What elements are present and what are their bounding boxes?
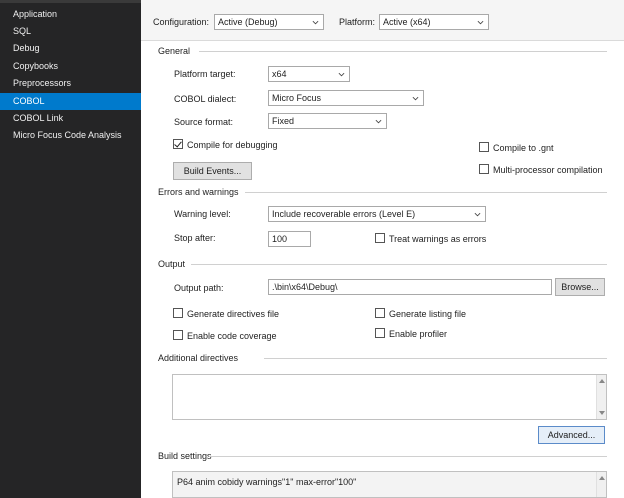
browse-button[interactable]: Browse... <box>555 278 605 296</box>
sidebar-item-application[interactable]: Application <box>0 6 141 23</box>
output-path-label: Output path: <box>174 283 224 293</box>
chevron-down-icon <box>375 119 382 124</box>
warning-level-value: Include recoverable errors (Level E) <box>272 209 416 219</box>
sidebar-item-sql[interactable]: SQL <box>0 23 141 40</box>
sidebar-top-edge <box>0 0 141 3</box>
platform-target-label: Platform target: <box>174 69 236 79</box>
platform-select[interactable]: Active (x64) <box>379 14 489 30</box>
profiler-label: Enable profiler <box>389 329 448 339</box>
config-bar: Configuration: Active (Debug) Platform: … <box>141 0 624 41</box>
section-divider <box>209 456 607 457</box>
section-additional-title: Additional directives <box>158 353 239 363</box>
build-events-button[interactable]: Build Events... <box>173 162 252 180</box>
scroll-up-icon[interactable] <box>599 379 605 383</box>
additional-directives-textarea[interactable] <box>172 374 607 420</box>
output-path-input[interactable]: .\bin\x64\Debug\ <box>268 279 552 295</box>
scroll-down-icon[interactable] <box>599 411 605 415</box>
gen-directives-label: Generate directives file <box>187 309 280 319</box>
code-coverage-checkbox[interactable] <box>173 330 183 340</box>
gen-directives-checkbox[interactable] <box>173 308 183 318</box>
configuration-label: Configuration: <box>153 17 210 27</box>
warning-level-select[interactable]: Include recoverable errors (Level E) <box>268 206 486 222</box>
section-output-title: Output <box>158 259 186 269</box>
advanced-button[interactable]: Advanced... <box>538 426 605 444</box>
configuration-select[interactable]: Active (Debug) <box>214 14 324 30</box>
property-panel: Configuration: Active (Debug) Platform: … <box>141 0 624 498</box>
cobol-dialect-value: Micro Focus <box>272 93 322 103</box>
chevron-down-icon <box>474 212 481 217</box>
sidebar-item-debug[interactable]: Debug <box>0 40 141 57</box>
vertical-scrollbar[interactable] <box>596 375 606 419</box>
treat-warnings-label: Treat warnings as errors <box>389 234 487 244</box>
configuration-value: Active (Debug) <box>218 17 278 27</box>
section-divider <box>191 264 607 265</box>
platform-target-select[interactable]: x64 <box>268 66 350 82</box>
scroll-up-icon[interactable] <box>599 476 605 480</box>
multiproc-checkbox[interactable] <box>479 164 489 174</box>
section-divider <box>245 192 607 193</box>
gen-listing-checkbox[interactable] <box>375 308 385 318</box>
build-settings-box: P64 anim cobidy warnings"1" max-error"10… <box>172 471 607 498</box>
platform-value: Active (x64) <box>383 17 431 27</box>
source-format-select[interactable]: Fixed <box>268 113 387 129</box>
section-general-title: General <box>158 46 191 56</box>
gen-listing-label: Generate listing file <box>389 309 467 319</box>
warning-level-label: Warning level: <box>174 209 231 219</box>
multiproc-label: Multi-processor compilation <box>493 165 603 175</box>
build-settings-value: P64 anim cobidy warnings"1" max-error"10… <box>177 477 357 487</box>
vertical-scrollbar[interactable] <box>596 472 606 497</box>
section-divider <box>264 358 607 359</box>
chevron-down-icon <box>338 72 345 77</box>
source-format-value: Fixed <box>272 116 295 126</box>
stop-after-input[interactable]: 100 <box>268 231 311 247</box>
chevron-down-icon <box>312 20 319 25</box>
compile-gnt-checkbox[interactable] <box>479 142 489 152</box>
section-build-title: Build settings <box>158 451 212 461</box>
stop-after-label: Stop after: <box>174 233 216 243</box>
compile-debug-label: Compile for debugging <box>187 140 278 150</box>
treat-warnings-checkbox[interactable] <box>375 233 385 243</box>
section-errors-title: Errors and warnings <box>158 187 239 197</box>
code-coverage-label: Enable code coverage <box>187 331 277 341</box>
cobol-dialect-label: COBOL dialect: <box>174 94 237 104</box>
sidebar-item-preprocessors[interactable]: Preprocessors <box>0 75 141 92</box>
cobol-dialect-select[interactable]: Micro Focus <box>268 90 424 106</box>
compile-debug-checkbox[interactable] <box>173 139 183 149</box>
sidebar-item-copybooks[interactable]: Copybooks <box>0 58 141 75</box>
sidebar-item-cobol-link[interactable]: COBOL Link <box>0 110 141 127</box>
chevron-down-icon <box>412 96 419 101</box>
chevron-down-icon <box>477 20 484 25</box>
sidebar-item-cobol[interactable]: COBOL <box>0 93 147 110</box>
profiler-checkbox[interactable] <box>375 328 385 338</box>
compile-gnt-label: Compile to .gnt <box>493 143 554 153</box>
sidebar: Application SQL Debug Copybooks Preproce… <box>0 0 147 498</box>
section-divider <box>199 51 607 52</box>
platform-label: Platform: <box>339 17 376 27</box>
sidebar-item-code-analysis[interactable]: Micro Focus Code Analysis <box>0 127 141 144</box>
source-format-label: Source format: <box>174 117 234 127</box>
platform-target-value: x64 <box>272 69 287 79</box>
